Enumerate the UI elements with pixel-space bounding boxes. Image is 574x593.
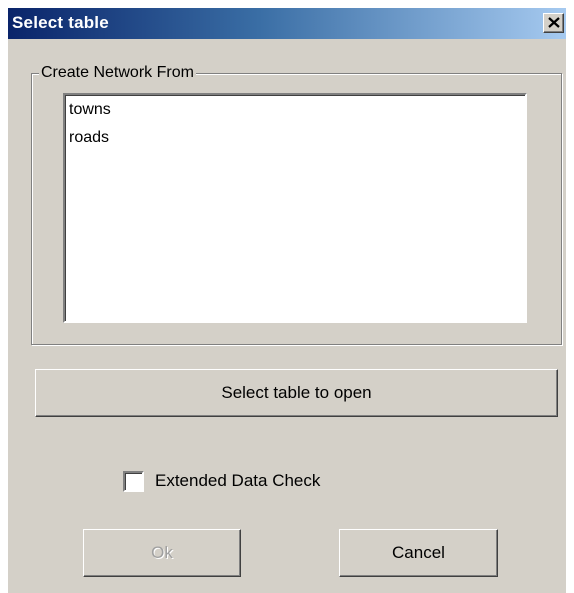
list-item-roads[interactable]: roads — [69, 128, 109, 148]
groupbox-label: Create Network From — [39, 64, 196, 82]
select-table-dialog: Select table Create Network From towns r… — [8, 8, 566, 593]
list-item-towns[interactable]: towns — [69, 100, 111, 120]
table-listbox[interactable]: towns roads — [63, 93, 527, 323]
cancel-button[interactable]: Cancel — [339, 529, 498, 577]
ok-button[interactable]: Ok — [83, 529, 241, 577]
close-button[interactable] — [543, 13, 564, 33]
close-icon — [548, 17, 560, 28]
window-title: Select table — [12, 13, 109, 32]
title-bar[interactable]: Select table — [8, 8, 566, 39]
select-table-button[interactable]: Select table to open — [35, 369, 558, 417]
extended-data-check-checkbox[interactable] — [123, 471, 144, 492]
extended-data-check-label[interactable]: Extended Data Check — [155, 470, 320, 492]
